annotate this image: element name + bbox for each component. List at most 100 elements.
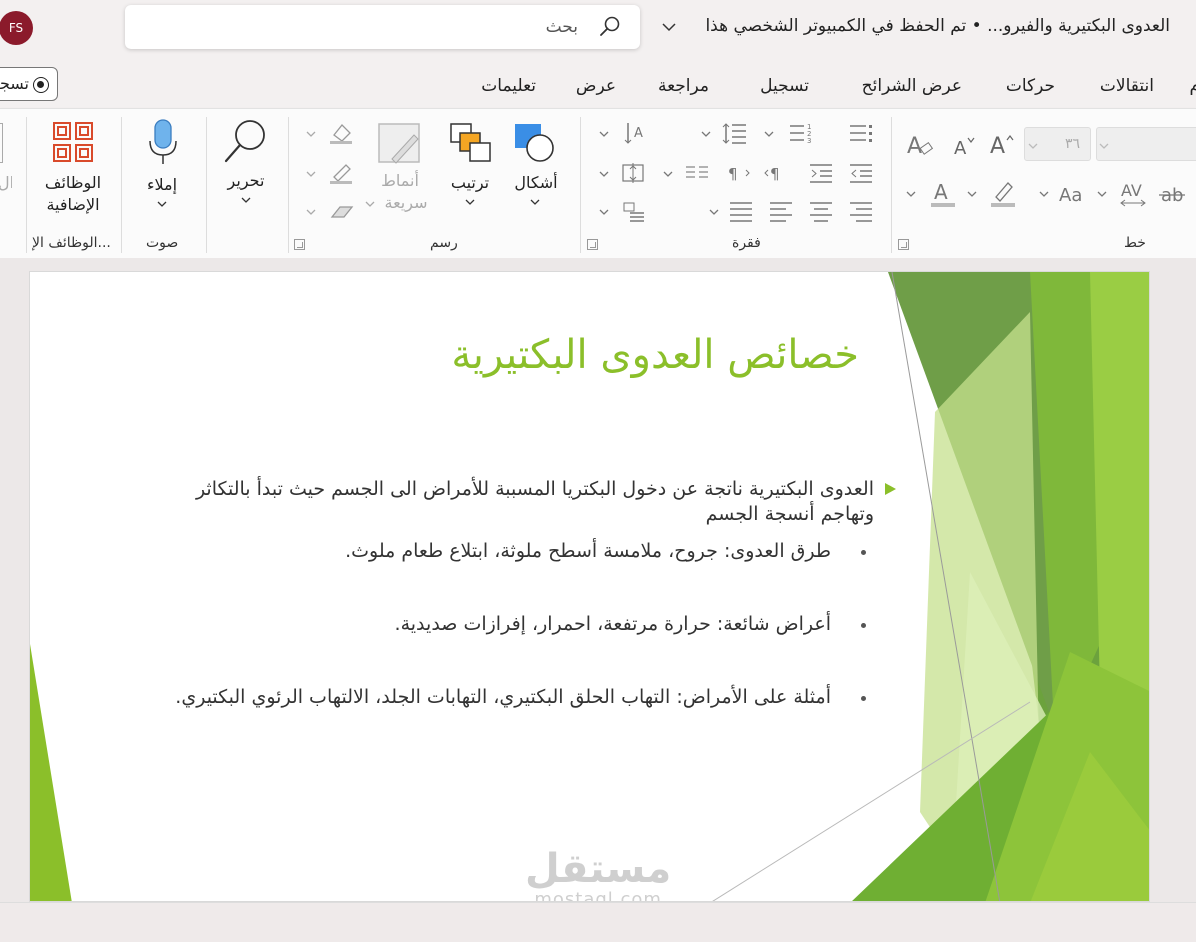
chevron-down-icon[interactable] [598, 207, 610, 217]
group-separator [121, 117, 122, 253]
record-icon [33, 77, 49, 93]
account-avatar[interactable]: FS [0, 11, 33, 45]
tab-slide-show[interactable]: عرض الشرائح [862, 76, 962, 96]
addins-label-2[interactable]: الإضافية [40, 195, 106, 214]
rtl-direction-icon[interactable]: ¶ [764, 161, 790, 185]
chevron-down-icon[interactable] [598, 129, 610, 139]
status-bar [0, 902, 1196, 942]
cut-off-label[interactable]: ال [0, 173, 12, 192]
font-color-icon[interactable]: A [928, 177, 958, 209]
editing-label[interactable]: تحرير [216, 171, 276, 190]
chevron-down-icon[interactable] [708, 207, 720, 217]
sub-bullet-text: أمثلة على الأمراض: التهاب الحلق البكتيري… [175, 686, 831, 708]
chevron-down-icon[interactable] [905, 189, 917, 199]
tab-help[interactable]: تعليمات [481, 76, 536, 96]
columns-icon[interactable] [684, 161, 710, 185]
tab-transitions[interactable]: انتقالات [1100, 76, 1154, 96]
dictate-label[interactable]: إملاء [134, 175, 190, 194]
paragraph-dialog-launcher[interactable] [587, 239, 598, 250]
microphone-icon[interactable] [146, 117, 180, 167]
character-spacing-icon[interactable]: AV [1118, 179, 1148, 209]
cut-off-button-icon[interactable] [0, 123, 3, 163]
font-size-value: ٣٦ [1064, 136, 1080, 152]
align-center-icon[interactable] [808, 199, 834, 223]
text-direction-icon[interactable]: A [622, 121, 648, 145]
addins-label-1[interactable]: الوظائف [40, 173, 106, 192]
tab-view[interactable]: عرض [576, 76, 616, 96]
highlight-icon[interactable] [988, 177, 1018, 209]
chevron-down-icon[interactable] [763, 129, 775, 139]
tab-review[interactable]: مراجعة [658, 76, 709, 96]
arrange-label[interactable]: ترتيب [440, 173, 500, 192]
watermark-arabic: مستقل [525, 846, 672, 892]
clear-formatting-icon[interactable]: A [905, 131, 935, 159]
justify-icon[interactable] [728, 199, 754, 223]
ltr-direction-icon[interactable]: ¶ [726, 161, 752, 185]
bullets-icon[interactable] [848, 121, 874, 145]
drawing-dialog-launcher[interactable] [294, 239, 305, 250]
find-icon[interactable] [222, 117, 270, 165]
shape-outline-icon[interactable] [328, 161, 354, 185]
chevron-down-icon[interactable] [529, 197, 541, 207]
search-box[interactable]: بحث [125, 5, 640, 49]
chevron-down-icon[interactable] [156, 199, 168, 209]
tab-animations[interactable]: حركات [1006, 76, 1055, 96]
bullet-arrow-icon [885, 483, 896, 495]
quick-styles-label-2[interactable]: سريعة [376, 193, 436, 212]
align-left-icon[interactable] [768, 199, 794, 223]
tab-cut-off[interactable]: م [1189, 76, 1196, 96]
change-case-icon[interactable]: Aa [1058, 181, 1086, 207]
chevron-down-icon[interactable] [240, 195, 252, 205]
chevron-down-icon[interactable] [1098, 141, 1110, 151]
slide[interactable]: خصائص العدوى البكتيرية العدوى البكتيرية … [29, 271, 1150, 902]
group-separator [891, 117, 892, 253]
shape-fill-icon[interactable] [328, 121, 354, 145]
chevron-down-icon[interactable] [1027, 141, 1039, 151]
chevron-down-icon[interactable] [305, 169, 317, 179]
chevron-down-icon[interactable] [464, 197, 476, 207]
main-bullet[interactable]: العدوى البكتيرية ناتجة عن دخول البكتريا … [154, 477, 896, 527]
grow-font-icon[interactable]: A [988, 131, 1016, 157]
svg-text:A: A [954, 138, 967, 157]
shape-effects-icon[interactable] [328, 199, 354, 223]
increase-indent-icon[interactable] [808, 161, 834, 185]
svg-text:AV: AV [1121, 181, 1142, 200]
quick-styles-icon[interactable] [376, 121, 424, 167]
line-spacing-icon[interactable] [722, 121, 748, 145]
list-item[interactable]: أعراض شائعة: حرارة مرتفعة، احمرار، إفراز… [395, 613, 866, 635]
shrink-font-icon[interactable]: A [952, 133, 978, 157]
arrange-icon[interactable] [448, 121, 494, 165]
chevron-down-icon[interactable] [364, 199, 376, 209]
addins-icon[interactable] [52, 121, 94, 163]
chevron-down-icon[interactable] [966, 189, 978, 199]
shapes-label[interactable]: أشكال [508, 173, 564, 192]
document-title[interactable]: العدوى البكتيرية والفيرو... • تم الحفظ ف… [705, 16, 1170, 36]
chevron-down-icon[interactable] [660, 18, 678, 36]
font-name-box[interactable] [1096, 127, 1196, 161]
chevron-down-icon[interactable] [700, 129, 712, 139]
decrease-indent-icon[interactable] [848, 161, 874, 185]
shapes-icon[interactable] [512, 121, 560, 165]
ribbon-tabs: تسجيل م انتقالات حركات عرض الشرائح تسجيل… [0, 58, 1196, 108]
align-text-icon[interactable] [620, 161, 646, 185]
chevron-down-icon[interactable] [598, 169, 610, 179]
list-item[interactable]: أمثلة على الأمراض: التهاب الحلق البكتيري… [175, 686, 866, 708]
drawing-group-label: رسم [430, 235, 458, 251]
group-separator [580, 117, 581, 253]
tab-record[interactable]: تسجيل [760, 76, 809, 96]
record-button[interactable]: تسجيل [0, 67, 58, 101]
chevron-down-icon[interactable] [305, 129, 317, 139]
font-dialog-launcher[interactable] [898, 239, 909, 250]
numbering-icon[interactable]: 123 [788, 121, 814, 145]
strikethrough-icon[interactable]: ab [1158, 181, 1186, 207]
list-item[interactable]: طرق العدوى: جروح، ملامسة أسطح ملوثة، ابت… [345, 540, 866, 562]
quick-styles-label-1[interactable]: أنماط [370, 171, 430, 190]
bullet-dot-icon [861, 696, 866, 701]
slide-title[interactable]: خصائص العدوى البكتيرية [451, 332, 859, 378]
chevron-down-icon[interactable] [662, 169, 674, 179]
align-right-icon[interactable] [848, 199, 874, 223]
chevron-down-icon[interactable] [305, 207, 317, 217]
chevron-down-icon[interactable] [1038, 189, 1050, 199]
smartart-icon[interactable] [620, 199, 646, 223]
chevron-down-icon[interactable] [1096, 189, 1108, 199]
